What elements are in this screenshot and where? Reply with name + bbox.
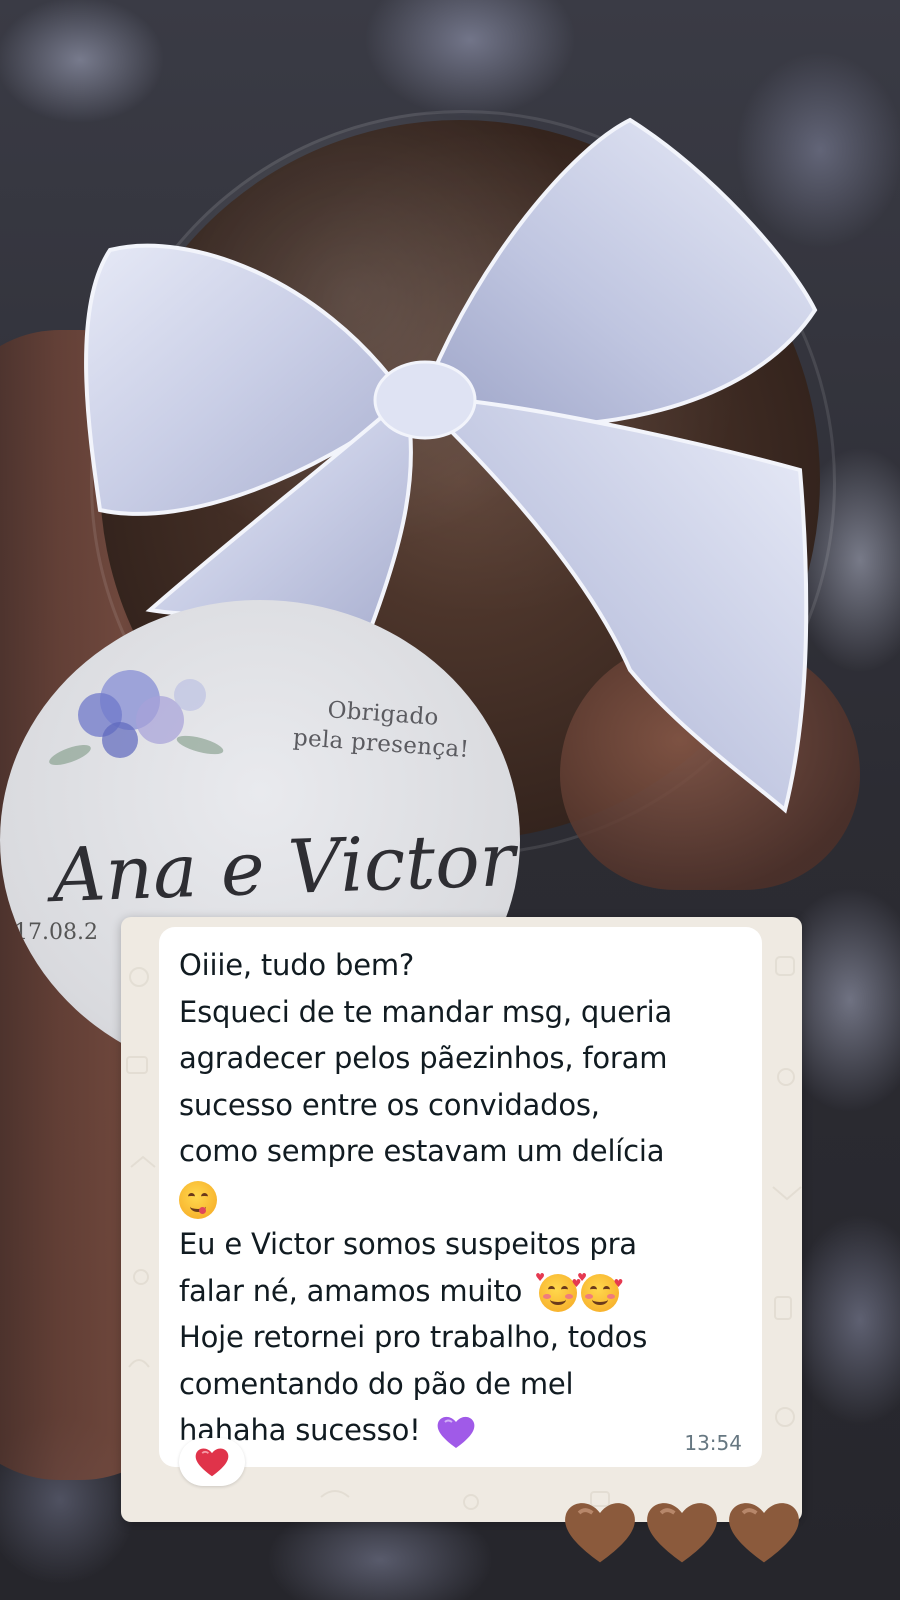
face-savoring-food-icon xyxy=(179,1180,217,1219)
sticker-thanks-text: Obrigado pela presença! xyxy=(260,692,504,768)
brown-heart-icon xyxy=(729,1503,799,1563)
message-line-text: falar né, amamos muito xyxy=(179,1273,523,1308)
message-bubble[interactable]: Oiiie, tudo bem? Esqueci de te mandar ms… xyxy=(159,927,762,1467)
brown-heart-icon xyxy=(565,1503,635,1563)
flower-illustration xyxy=(49,670,224,765)
sticker-date: 17.08.2 xyxy=(14,920,98,945)
brown-heart-icon xyxy=(647,1503,717,1563)
sticker-names: Ana e Victor xyxy=(50,816,517,920)
smiling-face-with-hearts-icon: ♥ ♥ xyxy=(535,1272,581,1312)
smiling-face-with-hearts-icon: ♥ ♥ xyxy=(577,1272,623,1312)
message-line-with-emoji: hahaha sucesso! xyxy=(179,1407,742,1454)
message-line-with-emoji: falar né, amamos muito ♥ ♥ ♥ ♥ xyxy=(179,1268,742,1315)
message-line: Oiiie, tudo bem? xyxy=(179,948,415,982)
message-line: Eu e Victor somos suspeitos pra xyxy=(179,1227,637,1261)
message-line-emoji xyxy=(179,1175,742,1222)
message-line: agradecer pelos pãezinhos, foram xyxy=(179,1041,668,1075)
message-line: comentando do pão de mel xyxy=(179,1366,574,1401)
brown-hearts-overlay xyxy=(562,1496,802,1576)
red-heart-icon xyxy=(195,1448,229,1477)
message-line: Esqueci de te mandar msg, queria xyxy=(179,994,673,1029)
message-reaction[interactable] xyxy=(179,1438,245,1486)
chat-screenshot: Oiiie, tudo bem? Esqueci de te mandar ms… xyxy=(121,917,802,1522)
message-timestamp: 13:54 xyxy=(684,1431,742,1455)
message-line: como sempre estavam um delícia xyxy=(179,1134,665,1168)
message-line: sucesso entre os convidados, xyxy=(179,1087,600,1122)
purple-heart-icon xyxy=(437,1416,474,1448)
message-line: Hoje retornei pro trabalho, todos xyxy=(179,1320,648,1354)
message-text: Oiiie, tudo bem? Esqueci de te mandar ms… xyxy=(179,942,742,1454)
